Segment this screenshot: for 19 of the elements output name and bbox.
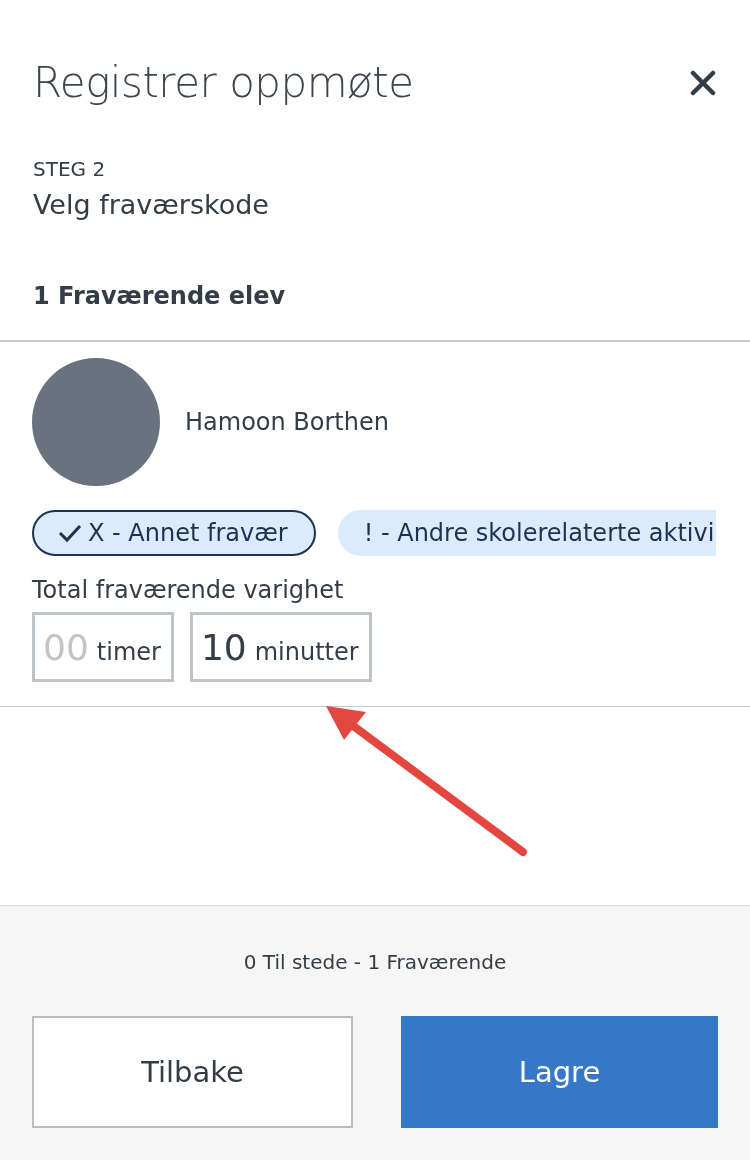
duration-label: Total fraværende varighet <box>32 576 345 604</box>
dialog-title: Registrer oppmøte <box>33 58 414 107</box>
save-button[interactable]: Lagre <box>401 1016 718 1128</box>
absent-heading: 1 Fraværende elev <box>33 282 287 312</box>
step-title: Velg fraværskode <box>33 189 270 220</box>
duration-input[interactable]: 10 <box>200 627 247 668</box>
duration-field[interactable]: 00 timer <box>32 612 174 682</box>
step-label: STEG 2 <box>33 157 107 181</box>
unit-label: timer <box>96 638 161 666</box>
unit-label: minutter <box>254 638 359 666</box>
absence-code-chip[interactable]: ! - Andre skolerelaterte aktivi <box>337 510 717 556</box>
close-icon <box>690 69 716 96</box>
attendance-summary: 0 Til stede - 1 Fraværende <box>242 950 508 974</box>
back-button[interactable]: Tilbake <box>32 1016 353 1128</box>
student-name: Hamoon Borthen <box>185 408 389 436</box>
check-icon <box>58 523 82 543</box>
duration-input[interactable]: 00 <box>43 627 89 668</box>
duration-field[interactable]: 10 minutter <box>189 612 372 682</box>
absence-code-chip[interactable]: X - Annet fravær <box>32 510 316 556</box>
